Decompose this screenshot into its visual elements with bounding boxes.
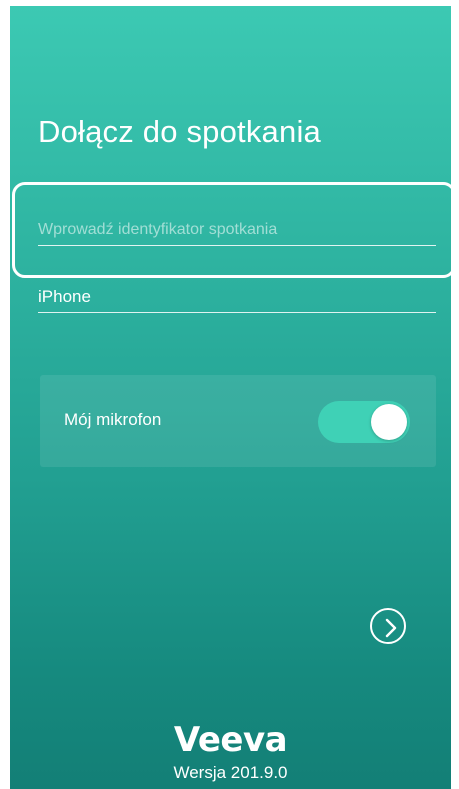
- device-name-input[interactable]: [38, 282, 436, 313]
- app-frame: Dołącz do spotkania Mój mikrofon Veeva W…: [0, 0, 459, 789]
- join-meeting-screen: Dołącz do spotkania Mój mikrofon Veeva W…: [10, 6, 451, 789]
- microphone-toggle[interactable]: [318, 401, 410, 443]
- next-button[interactable]: [370, 608, 406, 644]
- microphone-label: Mój mikrofon: [64, 410, 162, 429]
- veeva-logo: Veeva: [173, 720, 288, 760]
- page-title: Dołącz do spotkania: [38, 114, 321, 149]
- version-text: Wersja 201.9.0: [173, 763, 288, 782]
- meeting-id-input[interactable]: [38, 215, 436, 246]
- toggle-knob: [371, 404, 407, 440]
- microphone-setting-card: Mój mikrofon: [40, 375, 436, 467]
- chevron-right-icon: [385, 618, 397, 638]
